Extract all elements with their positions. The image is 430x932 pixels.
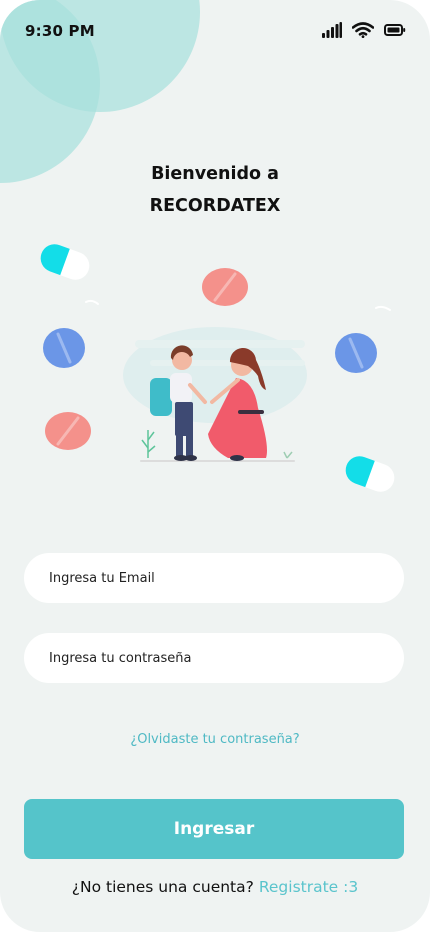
- welcome-line-1: Bienvenido a: [151, 164, 279, 184]
- password-input[interactable]: [24, 633, 404, 683]
- battery-icon: [384, 24, 406, 36]
- status-time: 9:30 PM: [25, 22, 95, 40]
- mother-and-child-illustration: [40, 244, 395, 492]
- email-field[interactable]: [24, 553, 404, 603]
- signup-prompt: ¿No tienes una cuenta? Registrate :3: [0, 878, 430, 896]
- signal-icon: [322, 22, 342, 38]
- email-input[interactable]: [24, 553, 404, 603]
- login-screen: 9:30 PM Bienvenido a RECORDATEX Ingresa …: [0, 0, 430, 932]
- wifi-icon: [352, 22, 374, 38]
- password-field[interactable]: [24, 633, 404, 683]
- signup-prompt-text: ¿No tienes una cuenta?: [71, 878, 254, 896]
- capsule-pill-icon: [345, 456, 395, 492]
- status-bar: 9:30 PM: [0, 0, 430, 64]
- login-button[interactable]: Ingresar: [24, 799, 404, 859]
- forgot-password-link[interactable]: ¿Olvidaste tu contraseña?: [0, 732, 430, 747]
- capsule-pill-icon: [40, 244, 90, 280]
- status-icons: [322, 22, 406, 38]
- welcome-title: Bienvenido a RECORDATEX: [0, 158, 430, 222]
- illustration: [0, 230, 430, 500]
- register-link[interactable]: Registrate :3: [259, 878, 358, 896]
- welcome-line-2: RECORDATEX: [149, 196, 281, 216]
